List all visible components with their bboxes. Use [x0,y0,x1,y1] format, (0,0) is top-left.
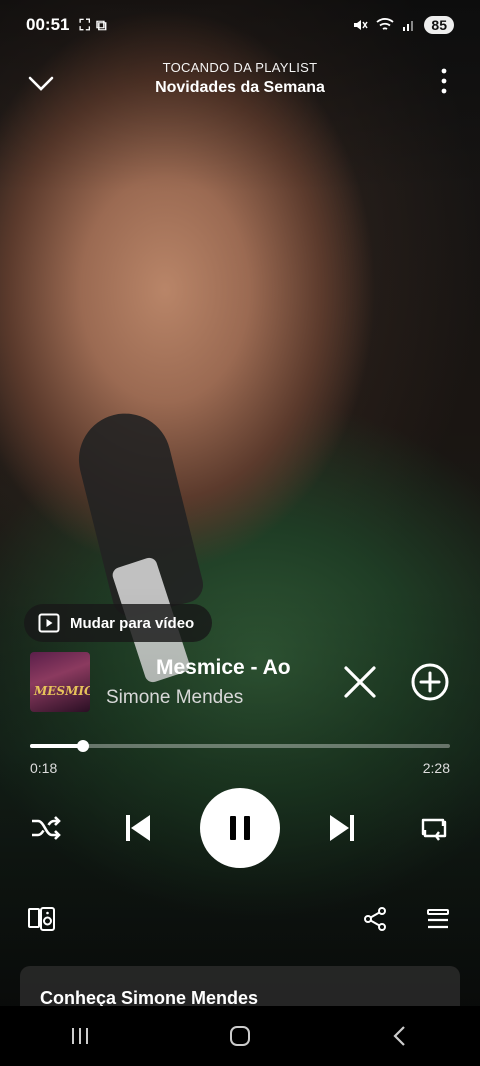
battery-level: 85 [424,16,454,34]
repeat-icon [421,818,447,841]
screen-record-icon: ⧉ [96,16,107,34]
recent-apps-icon [72,1028,88,1044]
previous-button[interactable] [118,808,158,848]
connect-device-button[interactable] [26,902,58,936]
progress-fill [30,744,84,748]
pause-button[interactable] [200,788,280,868]
system-navigation-bar [0,1006,480,1066]
more-vertical-icon[interactable] [434,66,454,96]
skip-next-icon [330,815,354,841]
track-artist[interactable]: Simone Mendes [106,687,243,709]
status-bar: 00:51 ⛶ ⧉ 85 [0,0,480,50]
playlist-title: Novidades da Semana [155,79,325,96]
queue-button[interactable] [424,902,452,936]
recent-apps-button[interactable] [60,1016,100,1056]
context-label: TOCANDO DA PLAYLIST [162,60,318,75]
wifi-icon [376,18,395,30]
queue-icon [427,909,449,929]
mute-icon [354,20,369,30]
shuffle-icon [32,816,61,840]
switch-to-video-label: Mudar para vídeo [70,614,195,632]
signal-icon [403,21,414,31]
playlist-context[interactable]: TOCANDO DA PLAYLIST Novidades da Semana [0,60,480,97]
now-playing-screen: 00:51 ⛶ ⧉ 85 TOCANDO DA PLAYLIST Novidad… [0,0,480,1066]
back-button[interactable] [380,1016,420,1056]
progress-bar[interactable] [30,740,450,752]
home-button[interactable] [220,1016,260,1056]
play-square-icon [38,613,60,633]
back-icon [393,1026,405,1046]
shuffle-button[interactable] [28,810,64,846]
share-icon [364,907,386,931]
repeat-button[interactable] [416,810,452,846]
status-right: 85 [352,16,454,34]
devices-icon [28,907,55,931]
screenshot-icon: ⛶ [79,16,90,34]
skip-previous-icon [126,815,150,841]
add-circle-icon[interactable] [410,662,450,702]
player-header: TOCANDO DA PLAYLIST Novidades da Semana [0,56,480,106]
switch-to-video-button[interactable]: Mudar para vídeo [24,604,213,642]
elapsed-time: 0:18 [30,760,58,776]
status-time: 00:51 [26,15,70,34]
pause-icon [230,816,250,840]
home-icon [230,1026,250,1046]
track-title[interactable]: Mesmice - Ao [156,656,306,680]
share-button[interactable] [360,902,390,936]
total-time: 2:28 [422,760,450,776]
album-art-text: MESMICE [34,684,90,698]
background-shade [0,0,480,1066]
close-icon[interactable] [340,662,380,702]
album-art[interactable]: MESMICE [30,652,90,712]
next-button[interactable] [322,808,362,848]
